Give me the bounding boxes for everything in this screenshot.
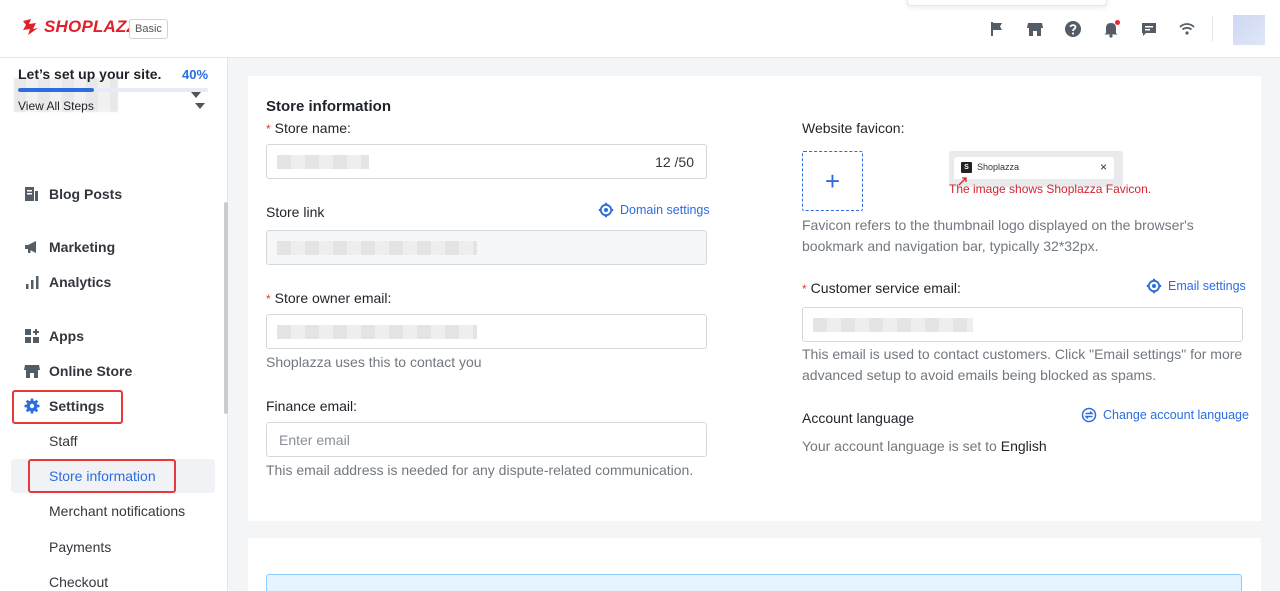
refresh-icon (1081, 407, 1097, 423)
store-name-value-redacted (277, 155, 369, 169)
owner-email-help: Shoplazza uses this to contact you (266, 354, 482, 370)
notification-dot (1115, 20, 1120, 25)
finance-email-help: This email address is needed for any dis… (266, 462, 694, 478)
wifi-icon[interactable] (1178, 20, 1196, 38)
sidebar-subitem-staff[interactable]: Staff (49, 433, 78, 449)
avatar[interactable] (1233, 15, 1265, 45)
sidebar-item-marketing[interactable]: Marketing (24, 236, 115, 258)
preview-tab-title: Shoplazza (977, 162, 1020, 172)
notice-banner (266, 574, 1242, 591)
highlight-box-settings (12, 390, 123, 424)
sidebar-item-label: Apps (49, 328, 84, 344)
store-icon[interactable] (1026, 20, 1044, 38)
sidebar-item-label: Analytics (49, 274, 112, 290)
account-language-value: English (1000, 438, 1047, 454)
store-name-input[interactable]: 12 /50 (266, 144, 707, 179)
chat-icon[interactable] (1140, 20, 1158, 38)
sidebar-item-label: Online Store (49, 363, 133, 379)
top-bar: SHOPLAZZA Basic (0, 0, 1280, 58)
finance-email-input[interactable]: Enter email (266, 422, 707, 457)
required-marker: * (266, 292, 271, 306)
setup-title: Let’s set up your site. (18, 66, 162, 82)
sidebar-item-analytics[interactable]: Analytics (24, 271, 111, 293)
help-icon[interactable] (1064, 20, 1082, 38)
browser-tab-preview: S Shoplazza × (954, 157, 1114, 179)
chevron-down-icon (191, 92, 201, 98)
shoplazza-logo-icon (23, 19, 38, 35)
sidebar-item-label: Marketing (49, 239, 116, 255)
highlight-box-store-information (28, 459, 176, 493)
flag-icon[interactable] (988, 20, 1006, 38)
gear-icon (1146, 278, 1162, 294)
favicon-caption: The image shows Shoplazza Favicon. (949, 182, 1152, 196)
sidebar-subitem-payments[interactable]: Payments (49, 539, 111, 555)
setup-progress-fill (18, 88, 94, 92)
header-icons (988, 20, 1216, 38)
sidebar-subitem-merchant-notifications[interactable]: Merchant notifications (49, 503, 185, 519)
section-title: Store information (266, 98, 392, 115)
close-icon: × (1099, 160, 1107, 174)
favicon-help: Favicon refers to the thumbnail logo dis… (802, 217, 1194, 254)
store-link-label: Store link (266, 204, 325, 220)
setup-progress-text: 40% (182, 67, 209, 82)
setup-progress-bar (18, 88, 208, 92)
required-marker: * (802, 282, 807, 296)
bar-chart-icon (24, 274, 40, 290)
owner-email-value-redacted (277, 325, 477, 339)
plus-icon: + (824, 165, 841, 196)
owner-email-input[interactable] (266, 314, 707, 349)
blog-icon (24, 186, 40, 202)
sidebar-scrollbar[interactable] (224, 202, 228, 414)
required-marker: * (266, 122, 271, 136)
plan-badge: Basic (129, 19, 168, 39)
owner-email-label: * Store owner email: (266, 290, 392, 306)
gear-icon (598, 202, 614, 218)
store-name-label: * Store name: (266, 120, 351, 136)
account-language-help: Your account language is set to English (802, 438, 1047, 454)
account-language-label: Account language (802, 410, 915, 426)
apps-icon (24, 328, 40, 344)
store-icon (24, 363, 40, 379)
customer-email-label: * Customer service email: (802, 280, 961, 296)
sidebar-item-blog-posts[interactable]: Blog Posts (24, 183, 122, 205)
domain-settings-link[interactable]: Domain settings (598, 202, 710, 218)
sidebar-item-label: Blog Posts (49, 186, 123, 202)
customer-email-input[interactable] (802, 307, 1243, 342)
store-link-input (266, 230, 707, 265)
email-settings-link[interactable]: Email settings (1146, 278, 1246, 294)
bell-icon[interactable] (1102, 20, 1120, 38)
favicon-sample-icon: S (961, 162, 972, 173)
megaphone-icon (24, 239, 40, 255)
favicon-label: Website favicon: (802, 120, 905, 136)
view-all-steps[interactable]: View All Steps (18, 99, 94, 113)
header-divider (1212, 16, 1213, 42)
change-account-language-link[interactable]: Change account language (1081, 407, 1249, 423)
popover-edge (907, 0, 1107, 6)
customer-email-value-redacted (813, 318, 973, 332)
favicon-upload-button[interactable]: + (802, 151, 863, 211)
sidebar-item-apps[interactable]: Apps (24, 325, 84, 347)
customer-email-help: This email is used to contact customers.… (802, 346, 1243, 383)
sidebar-item-online-store[interactable]: Online Store (24, 360, 132, 382)
finance-email-placeholder: Enter email (279, 432, 350, 448)
sidebar-subitem-checkout[interactable]: Checkout (49, 574, 108, 590)
store-link-value-redacted (277, 241, 477, 255)
char-counter: 12 /50 (655, 154, 694, 170)
finance-email-label: Finance email: (266, 398, 358, 414)
chevron-down-icon[interactable] (195, 103, 205, 109)
